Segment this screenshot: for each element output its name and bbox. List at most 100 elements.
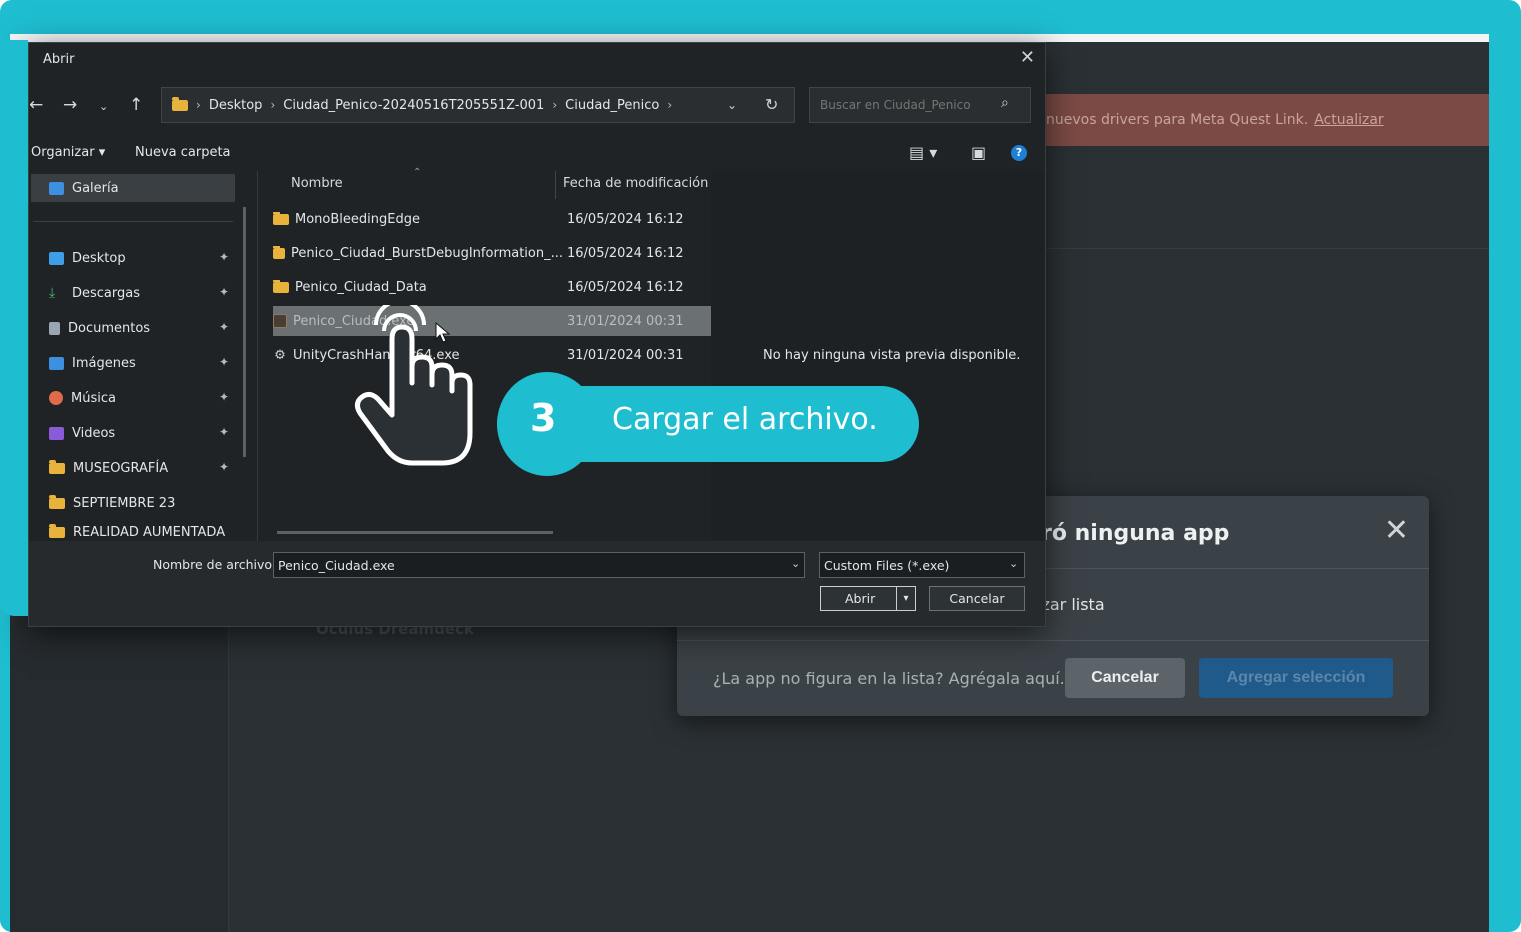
organize-menu[interactable]: Organizar ▾ bbox=[31, 145, 105, 160]
sidebar-item-label: Descargas bbox=[72, 285, 141, 301]
dialog-title: Abrir bbox=[43, 52, 75, 67]
pin-icon: ✦ bbox=[219, 250, 230, 264]
sidebar-item-documents[interactable]: Documentos bbox=[49, 314, 150, 342]
sidebar-scrollbar[interactable] bbox=[243, 207, 246, 457]
sidebar-item-label: MUSEOGRAFÍA bbox=[73, 460, 169, 476]
file-list: Nombre ⌃ Fecha de modificación MonoBleed… bbox=[259, 167, 711, 541]
address-dropdown-icon[interactable]: ⌄ bbox=[727, 98, 737, 112]
gallery-icon bbox=[49, 181, 64, 195]
sidebar-item-label: Imágenes bbox=[72, 355, 136, 371]
pin-icon: ✦ bbox=[219, 355, 230, 369]
sidebar-item-music[interactable]: Música bbox=[49, 384, 116, 412]
pin-icon: ✦ bbox=[219, 390, 230, 404]
video-icon bbox=[49, 426, 64, 440]
new-folder-button[interactable]: Nueva carpeta bbox=[135, 145, 231, 160]
frame-left-bar bbox=[0, 40, 28, 616]
file-date: 16/05/2024 16:12 bbox=[567, 279, 684, 295]
folder-icon bbox=[49, 494, 65, 509]
filename-input[interactable] bbox=[273, 552, 805, 578]
chevron-down-icon[interactable]: ⌄ bbox=[1009, 557, 1018, 570]
music-icon bbox=[49, 391, 63, 405]
preview-pane-icon[interactable]: ▣ bbox=[971, 143, 986, 162]
pin-icon: ✦ bbox=[219, 285, 230, 299]
refresh-icon[interactable]: ↻ bbox=[765, 95, 778, 114]
modal-refresh-list[interactable]: izar lista bbox=[1037, 595, 1105, 614]
back-arrow-icon[interactable]: ← bbox=[29, 95, 43, 115]
chevron-right-icon: › bbox=[667, 98, 673, 112]
folder-icon bbox=[273, 211, 289, 225]
recent-chevron-icon[interactable]: ⌄ bbox=[99, 100, 108, 113]
modal-cancel-button[interactable]: Cancelar bbox=[1065, 658, 1185, 698]
chevron-right-icon: › bbox=[552, 98, 558, 112]
search-icon: ⌕ bbox=[1001, 95, 1009, 111]
forward-arrow-icon[interactable]: → bbox=[63, 95, 77, 115]
preview-pane: No hay ninguna vista previa disponible. bbox=[711, 171, 1045, 541]
update-link[interactable]: Actualizar bbox=[1314, 112, 1383, 128]
organize-label: Organizar bbox=[31, 145, 95, 160]
sidebar-item-label: Videos bbox=[72, 425, 116, 441]
sidebar-divider bbox=[33, 221, 233, 222]
sidebar-item-museografia[interactable]: MUSEOGRAFÍA bbox=[49, 454, 168, 482]
sidebar-item-realidad[interactable]: REALIDAD AUMENTADA bbox=[49, 523, 225, 541]
view-options-icon[interactable]: ▤ ▾ bbox=[909, 143, 937, 162]
modal-title: ró ninguna app bbox=[1041, 521, 1230, 546]
sidebar-item-desktop[interactable]: Desktop bbox=[49, 244, 126, 272]
folder-icon bbox=[49, 459, 65, 474]
horizontal-scrollbar[interactable] bbox=[277, 531, 553, 534]
dialog-close-icon[interactable]: ✕ bbox=[1020, 47, 1035, 68]
chevron-right-icon: › bbox=[196, 98, 201, 112]
sidebar-item-images[interactable]: Imágenes bbox=[49, 349, 136, 377]
sidebar-item-label: Desktop bbox=[72, 250, 126, 266]
file-date: 31/01/2024 00:31 bbox=[567, 347, 684, 363]
add-selection-button[interactable]: Agregar selección bbox=[1199, 658, 1393, 698]
file-date: 16/05/2024 16:12 bbox=[567, 245, 684, 261]
sidebar-item-label: Galería bbox=[72, 180, 119, 196]
column-header-name[interactable]: Nombre bbox=[291, 176, 343, 191]
crash-handler-icon: ⚙ bbox=[274, 347, 286, 363]
address-bar[interactable]: › Desktop › Ciudad_Penico-20240516T20555… bbox=[161, 87, 795, 123]
open-dropdown-icon[interactable]: ▾ bbox=[896, 587, 915, 610]
help-icon[interactable]: ? bbox=[1011, 145, 1027, 161]
dialog-footer: Nombre de archivo: ⌄ Custom Files (*.exe… bbox=[29, 541, 1045, 626]
open-label: Abrir bbox=[845, 591, 876, 606]
file-date: 16/05/2024 16:12 bbox=[567, 211, 684, 227]
sidebar-item-septiembre[interactable]: SEPTIEMBRE 23 bbox=[49, 489, 175, 517]
file-row[interactable]: Penico_Ciudad_BurstDebugInformation_... … bbox=[273, 238, 711, 268]
modal-divider bbox=[677, 640, 1429, 641]
step-text: Cargar el archivo. bbox=[612, 402, 878, 437]
pin-icon: ✦ bbox=[219, 320, 230, 334]
breadcrumb-folder[interactable]: Ciudad_Penico-20240516T205551Z-001 bbox=[283, 98, 544, 113]
breadcrumb-desktop[interactable]: Desktop bbox=[209, 98, 263, 113]
column-header-date[interactable]: Fecha de modificación bbox=[563, 176, 708, 191]
sidebar-item-label: SEPTIEMBRE 23 bbox=[73, 495, 176, 511]
sidebar-item-label: Documentos bbox=[68, 320, 151, 336]
sort-ascending-icon: ⌃ bbox=[413, 167, 422, 178]
file-date: 31/01/2024 00:31 bbox=[567, 313, 684, 329]
sidebar-item-downloads[interactable]: ⤓ Descargas bbox=[49, 279, 140, 307]
column-separator[interactable] bbox=[555, 171, 556, 199]
search-input[interactable] bbox=[809, 87, 1031, 123]
file-row[interactable]: ⚙ UnityCrashHandler64.exe 31/01/2024 00:3… bbox=[273, 340, 711, 370]
folder-icon bbox=[49, 523, 65, 538]
open-button[interactable]: Abrir ▾ bbox=[820, 586, 916, 611]
sidebar-item-gallery[interactable]: Galería bbox=[31, 174, 235, 202]
up-arrow-icon[interactable]: ↑ bbox=[129, 95, 143, 115]
download-icon: ⤓ bbox=[49, 284, 56, 301]
chevron-down-icon[interactable]: ⌄ bbox=[791, 557, 800, 570]
folder-icon bbox=[172, 96, 188, 111]
file-row-selected[interactable]: Penico_Ciudad.exe 31/01/2024 00:31 bbox=[273, 306, 711, 336]
pane-divider bbox=[257, 171, 258, 541]
file-type-select[interactable]: Custom Files (*.exe) bbox=[819, 552, 1025, 578]
file-row[interactable]: Penico_Ciudad_Data 16/05/2024 16:12 bbox=[273, 272, 711, 302]
folder-icon bbox=[273, 279, 289, 293]
chevron-right-icon: › bbox=[270, 98, 276, 112]
update-banner: nuevos drivers para Meta Quest Link. Act… bbox=[1030, 94, 1489, 146]
cancel-button[interactable]: Cancelar bbox=[929, 586, 1025, 611]
breadcrumb-current[interactable]: Ciudad_Penico bbox=[565, 98, 659, 113]
sidebar-item-videos[interactable]: Videos bbox=[49, 419, 115, 447]
sidebar-item-label: REALIDAD AUMENTADA bbox=[73, 524, 226, 540]
file-name: MonoBleedingEdge bbox=[295, 211, 420, 227]
close-icon[interactable]: ✕ bbox=[1384, 516, 1409, 546]
file-row[interactable]: MonoBleedingEdge 16/05/2024 16:12 bbox=[273, 204, 711, 234]
preview-message: No hay ninguna vista previa disponible. bbox=[763, 348, 1021, 363]
